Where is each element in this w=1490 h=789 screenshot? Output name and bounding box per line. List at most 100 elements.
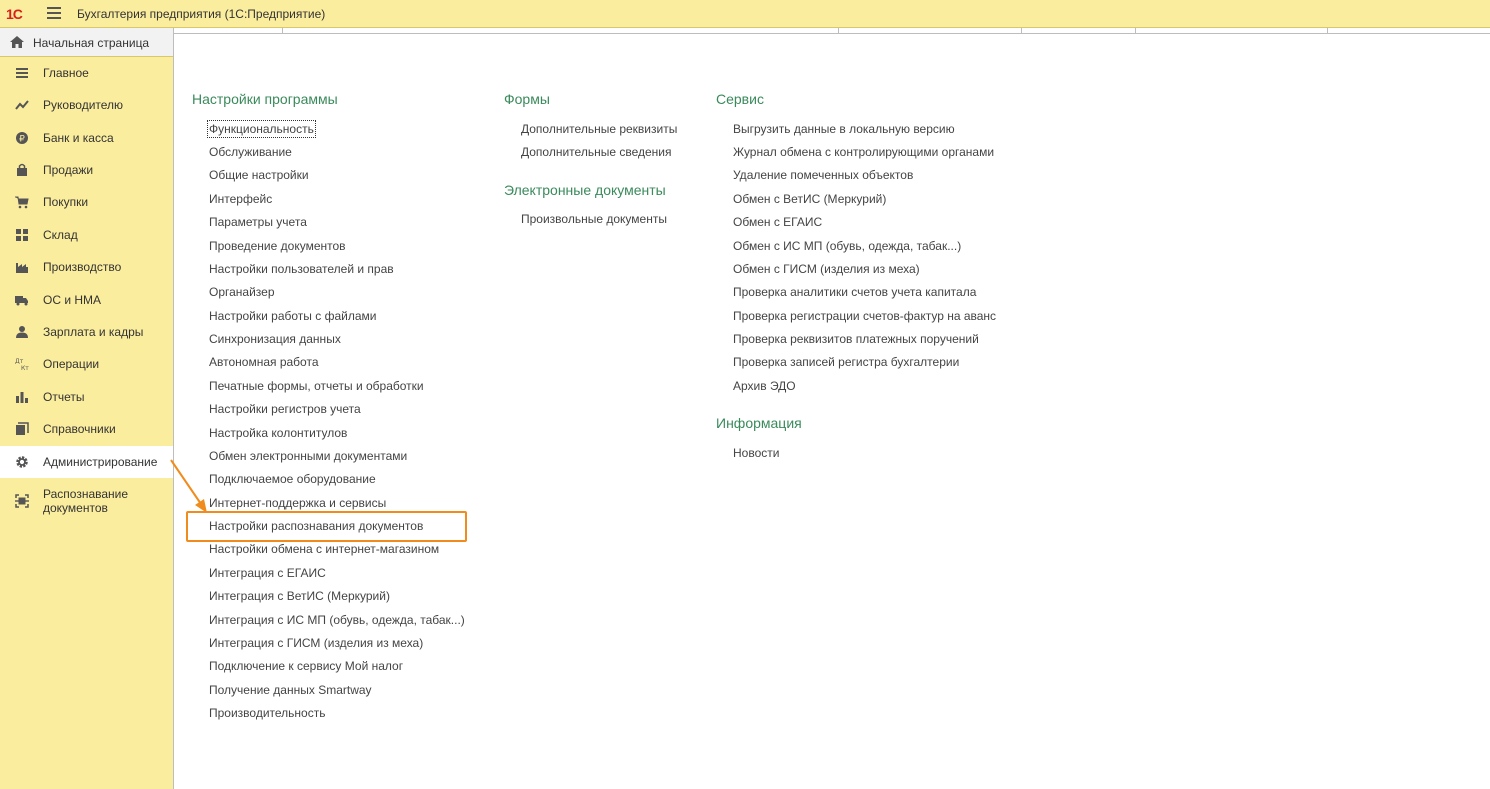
settings-link[interactable]: Интеграция с ИС МП (обувь, одежда, табак… (209, 613, 465, 627)
service-link[interactable]: Проверка записей регистра бухгалтерии (733, 355, 959, 369)
settings-link[interactable]: Обслуживание (209, 145, 292, 159)
section-title-service: Сервис (716, 91, 764, 107)
link-additional-info[interactable]: Дополнительные сведения (521, 145, 671, 159)
settings-link[interactable]: Интеграция с ГИСМ (изделия из меха) (209, 636, 423, 650)
bag-icon (15, 163, 29, 177)
truck-icon (15, 293, 29, 307)
sidebar-item-label: Производство (43, 260, 122, 274)
service-link[interactable]: Проверка регистрации счетов-фактур на ав… (733, 309, 996, 323)
svg-text:₽: ₽ (19, 135, 25, 145)
sidebar-item-label: Операции (43, 357, 100, 371)
settings-link[interactable]: Обмен электронными документами (209, 449, 407, 463)
sidebar-item-operations[interactable]: Дт Кт Операции (0, 349, 173, 379)
sidebar-item-label: Банк и касса (43, 131, 114, 145)
coin-icon: ₽ (15, 131, 29, 145)
settings-link[interactable]: Подключение к сервису Мой налог (209, 659, 403, 673)
service-link[interactable]: Проверка аналитики счетов учета капитала (733, 285, 976, 299)
list-icon (15, 66, 29, 80)
settings-link[interactable]: Органайзер (209, 285, 275, 299)
sidebar-item-label: Руководителю (43, 98, 124, 112)
settings-link[interactable]: Получение данных Smartway (209, 683, 372, 697)
sidebar-item-label: Начальная страница (33, 36, 150, 50)
sidebar-item-label: Главное (43, 66, 89, 80)
sidebar-item-directories[interactable]: Справочники (0, 414, 173, 444)
cart-icon (15, 195, 29, 209)
settings-link[interactable]: Проведение документов (209, 239, 346, 253)
sidebar-item-label: ОС и НМА (43, 293, 102, 307)
settings-link[interactable]: Функциональность (207, 120, 316, 138)
service-link[interactable]: Архив ЭДО (733, 379, 796, 393)
section-title-info: Информация (716, 415, 802, 431)
settings-link[interactable]: Общие настройки (209, 168, 309, 182)
section-title-edocs: Электронные документы (504, 182, 666, 198)
sidebar-item-label: Продажи (43, 163, 94, 177)
sidebar-item-manager[interactable]: Руководителю (0, 90, 173, 120)
annotation-arrow (170, 459, 207, 513)
sidebar-item-label: Администрирование (43, 455, 158, 469)
section-title-settings: Настройки программы (192, 91, 338, 107)
service-link[interactable]: Выгрузить данные в локальную версию (733, 122, 955, 136)
settings-link[interactable]: Настройки работы с файлами (209, 309, 376, 323)
sidebar-item-label: Распознавание документов (43, 487, 129, 515)
sidebar-item-label: Отчеты (43, 390, 85, 404)
scan-icon (15, 494, 29, 508)
app-logo: 1С (6, 6, 23, 22)
svg-text:Кт: Кт (21, 365, 29, 371)
settings-link[interactable]: Интеграция с ЕГАИС (209, 566, 326, 580)
settings-link[interactable]: Параметры учета (209, 215, 307, 229)
sidebar-item-reports[interactable]: Отчеты (0, 382, 173, 412)
sidebar-item-purchases[interactable]: Покупки (0, 187, 173, 217)
settings-link[interactable]: Интерфейс (209, 192, 272, 206)
link-additional-props[interactable]: Дополнительные реквизиты (521, 122, 677, 136)
app-logo-text: 1С (6, 6, 23, 22)
settings-link[interactable]: Интернет-поддержка и сервисы (209, 496, 386, 510)
service-link[interactable]: Проверка реквизитов платежных поручений (733, 332, 979, 346)
warehouse-icon (15, 228, 29, 242)
sidebar-item-label: Справочники (43, 422, 116, 436)
service-link[interactable]: Журнал обмена с контролирующими органами (733, 145, 994, 159)
gear-icon (15, 455, 29, 469)
service-link[interactable]: Обмен с ИС МП (обувь, одежда, табак...) (733, 239, 961, 253)
sidebar-item-main[interactable]: Главное (0, 58, 173, 88)
settings-link[interactable]: Настройка колонтитулов (209, 426, 347, 440)
sidebar-item-home[interactable]: Начальная страница (0, 28, 173, 57)
trend-icon (15, 98, 29, 112)
settings-link[interactable]: Подключаемое оборудование (209, 472, 376, 486)
title-bar: 1С Бухгалтерия предприятия (1С:Предприят… (0, 0, 1490, 28)
highlight-box (186, 511, 467, 542)
service-link[interactable]: Обмен с ВетИС (Меркурий) (733, 192, 886, 206)
sidebar-item-assets[interactable]: ОС и НМА (0, 285, 173, 315)
svg-text:Дт: Дт (15, 358, 24, 365)
sidebar-item-warehouse[interactable]: Склад (0, 220, 173, 250)
settings-link[interactable]: Интеграция с ВетИС (Меркурий) (209, 589, 390, 603)
sidebar-item-production[interactable]: Производство (0, 252, 173, 282)
settings-link[interactable]: Синхронизация данных (209, 332, 341, 346)
dt-kt-icon: Дт Кт (15, 357, 29, 372)
sidebar-item-salary[interactable]: Зарплата и кадры (0, 317, 173, 347)
settings-link[interactable]: Настройки обмена с интернет-магазином (209, 542, 439, 556)
link-news[interactable]: Новости (733, 446, 779, 460)
section-title-forms: Формы (504, 91, 550, 107)
service-link[interactable]: Обмен с ЕГАИС (733, 215, 822, 229)
person-icon (15, 325, 29, 339)
menu-icon[interactable] (47, 7, 61, 19)
sidebar-item-label: Склад (43, 228, 78, 242)
settings-link[interactable]: Производительность (209, 706, 325, 720)
factory-icon (15, 260, 29, 274)
sidebar: Начальная страница Главное Руководителю … (0, 28, 174, 789)
link-arbitrary-docs[interactable]: Произвольные документы (521, 212, 667, 226)
settings-link[interactable]: Настройки регистров учета (209, 402, 361, 416)
sidebar-item-recognition[interactable]: Распознавание документов (0, 481, 173, 521)
service-link[interactable]: Удаление помеченных объектов (733, 168, 913, 182)
window-title: Бухгалтерия предприятия (1С:Предприятие) (77, 7, 326, 21)
sidebar-item-sales[interactable]: Продажи (0, 155, 173, 185)
sidebar-item-bank[interactable]: ₽ Банк и касса (0, 123, 173, 153)
settings-link[interactable]: Печатные формы, отчеты и обработки (209, 379, 424, 393)
settings-link[interactable]: Автономная работа (209, 355, 319, 369)
books-icon (15, 422, 29, 436)
sidebar-item-label: Зарплата и кадры (43, 325, 144, 339)
home-icon (10, 36, 24, 51)
sidebar-item-administration[interactable]: Администрирование (0, 446, 173, 478)
settings-link[interactable]: Настройки пользователей и прав (209, 262, 394, 276)
service-link[interactable]: Обмен с ГИСМ (изделия из меха) (733, 262, 920, 276)
